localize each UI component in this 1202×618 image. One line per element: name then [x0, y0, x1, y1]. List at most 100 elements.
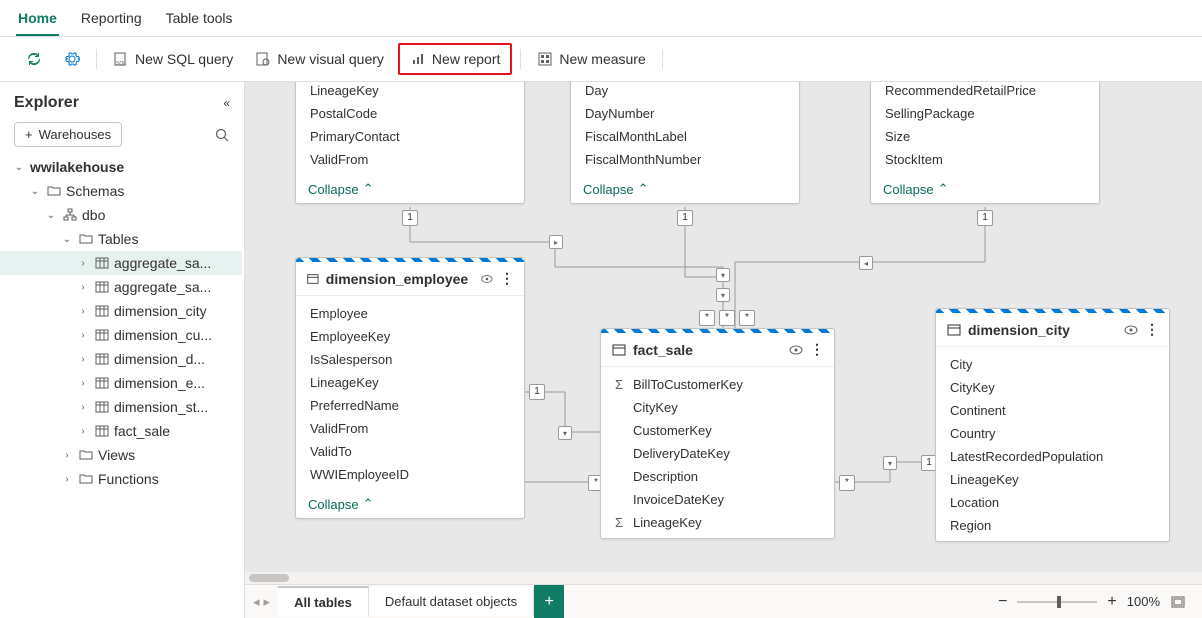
model-canvas[interactable]: LineageKey PostalCode PrimaryContact Val… [245, 82, 1202, 618]
footer-tab-all-tables[interactable]: All tables [278, 586, 369, 617]
field: ΣLineageKey [601, 511, 834, 534]
chevron-up-icon: ⌃ [638, 181, 649, 197]
entity-card[interactable]: RecommendedRetailPrice SellingPackage Si… [870, 82, 1100, 204]
field: LineageKey [296, 82, 524, 102]
tab-home[interactable]: Home [16, 4, 59, 36]
field: Country [936, 422, 1169, 445]
toolbar-separator [520, 49, 521, 69]
table-icon [94, 375, 110, 391]
visibility-icon[interactable] [480, 271, 494, 287]
table-icon [94, 327, 110, 343]
field: StockItem [871, 148, 1099, 171]
field: Size [871, 125, 1099, 148]
tree-views-label: Views [98, 447, 135, 463]
more-icon[interactable]: ⋮ [1145, 321, 1159, 338]
field: WWIEmployeeID [296, 463, 524, 486]
measure-icon [537, 51, 553, 67]
tree-table-item[interactable]: ›aggregate_sa... [0, 275, 242, 299]
field: FiscalMonthLabel [571, 125, 799, 148]
entity-card[interactable]: Day DayNumber FiscalMonthLabel FiscalMon… [570, 82, 800, 204]
entity-card[interactable]: LineageKey PostalCode PrimaryContact Val… [295, 82, 525, 204]
tree-table-item[interactable]: ›dimension_city [0, 299, 242, 323]
field: ValidTo [296, 440, 524, 463]
field: PreferredName [296, 394, 524, 417]
relationship-node[interactable]: ▾ [716, 268, 730, 282]
tree-table-item[interactable]: › aggregate_sa... [0, 251, 242, 275]
entity-title: dimension_employee [326, 271, 468, 287]
folder-icon [78, 471, 94, 487]
fit-to-screen-icon[interactable] [1170, 594, 1186, 610]
sigma-icon: Σ [615, 377, 627, 392]
tree-table-item[interactable]: ›fact_sale [0, 419, 242, 443]
new-sql-query-button[interactable]: SQL New SQL query [103, 45, 243, 73]
field: Employee [296, 302, 524, 325]
tab-reporting[interactable]: Reporting [79, 4, 144, 36]
folder-icon [46, 183, 62, 199]
field: CityKey [936, 376, 1169, 399]
tree-dbo[interactable]: ⌄ dbo [0, 203, 242, 227]
horizontal-scrollbar[interactable] [245, 572, 1202, 584]
relationship-node[interactable]: ▾ [716, 288, 730, 302]
zoom-slider[interactable] [1017, 601, 1097, 603]
tree-schemas[interactable]: ⌄ Schemas [0, 179, 242, 203]
collapse-link[interactable]: Collapse⌃ [571, 175, 799, 203]
relationship-node[interactable]: ▾ [558, 426, 572, 440]
field: DeliveryDateKey [601, 442, 834, 465]
cardinality-many: * [839, 475, 855, 491]
tree-views[interactable]: › Views [0, 443, 242, 467]
more-icon[interactable]: ⋮ [810, 341, 824, 358]
zoom-in-button[interactable]: + [1107, 593, 1116, 611]
collapse-explorer-icon[interactable]: « [223, 96, 230, 110]
entity-dimension-employee[interactable]: dimension_employee ⋮ Employee EmployeeKe… [295, 257, 525, 519]
tree-table-item[interactable]: ›dimension_st... [0, 395, 242, 419]
explorer-tree: ⌄ wwilakehouse ⌄ Schemas ⌄ dbo ⌄ Tables … [0, 155, 244, 610]
relationship-node[interactable]: ◂ [859, 256, 873, 270]
zoom-percent: 100% [1127, 594, 1160, 609]
tab-nav-arrows[interactable]: ◂▸ [245, 594, 278, 610]
tab-table-tools[interactable]: Table tools [164, 4, 235, 36]
tree-table-item[interactable]: ›dimension_cu... [0, 323, 242, 347]
new-visual-query-button[interactable]: New visual query [245, 45, 394, 73]
tree-functions[interactable]: › Functions [0, 467, 242, 491]
chevron-right-icon: › [60, 474, 74, 485]
visibility-icon[interactable] [788, 342, 804, 358]
collapse-link[interactable]: Collapse⌃ [296, 490, 524, 518]
more-icon[interactable]: ⋮ [500, 270, 514, 287]
field: LineageKey [296, 371, 524, 394]
footer-tab-default-dataset[interactable]: Default dataset objects [369, 587, 534, 616]
field: RecommendedRetailPrice [871, 82, 1099, 102]
cardinality-one: 1 [977, 210, 993, 226]
field: Location [936, 491, 1169, 514]
collapse-link[interactable]: Collapse⌃ [296, 175, 524, 203]
visual-query-icon [255, 51, 271, 67]
zoom-out-button[interactable]: − [998, 593, 1007, 611]
search-icon[interactable] [214, 127, 230, 143]
new-report-highlight: New report [398, 43, 512, 75]
entity-dimension-city[interactable]: dimension_city ⋮ City CityKey Continent … [935, 308, 1170, 542]
chevron-down-icon: ⌄ [28, 186, 42, 197]
visibility-icon[interactable] [1123, 322, 1139, 338]
new-measure-button[interactable]: New measure [527, 45, 655, 73]
tree-item-label: aggregate_sa... [114, 279, 211, 295]
tree-tables[interactable]: ⌄ Tables [0, 227, 242, 251]
warehouses-button[interactable]: + Warehouses [14, 122, 122, 147]
new-measure-label: New measure [559, 51, 645, 67]
field: SellingPackage [871, 102, 1099, 125]
tree-table-item[interactable]: ›dimension_d... [0, 347, 242, 371]
chevron-right-icon: › [76, 258, 90, 269]
tree-root[interactable]: ⌄ wwilakehouse [0, 155, 242, 179]
field: DayNumber [571, 102, 799, 125]
add-tab-button[interactable]: + [534, 585, 564, 618]
relationship-node[interactable]: ▾ [883, 456, 897, 470]
toolbar-separator [662, 49, 663, 69]
warehouses-label: Warehouses [39, 127, 112, 142]
new-report-button[interactable]: New report [400, 45, 510, 73]
field: EmployeeKey [296, 325, 524, 348]
settings-button[interactable] [54, 45, 90, 73]
refresh-button[interactable] [16, 45, 52, 73]
entity-fact-sale[interactable]: fact_sale ⋮ ΣBillToCustomerKey CityKey C… [600, 328, 835, 539]
relationship-node[interactable]: ▸ [549, 235, 563, 249]
tree-table-item[interactable]: ›dimension_e... [0, 371, 242, 395]
collapse-link[interactable]: Collapse⌃ [871, 175, 1099, 203]
toolbar-separator [96, 49, 97, 69]
